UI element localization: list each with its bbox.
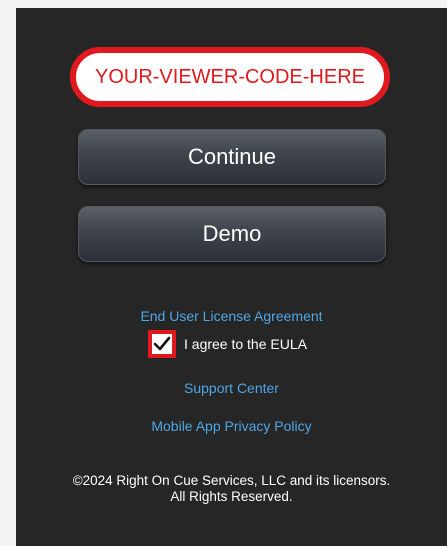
- viewer-code-input[interactable]: [89, 64, 371, 90]
- login-screen: Continue Demo End User License Agreement…: [16, 8, 447, 546]
- copyright-notice: ©2024 Right On Cue Services, LLC and its…: [16, 473, 447, 505]
- copyright-line-2: All Rights Reserved.: [170, 489, 293, 504]
- support-center-link[interactable]: Support Center: [16, 380, 447, 396]
- eula-link[interactable]: End User License Agreement: [16, 308, 447, 324]
- demo-button[interactable]: Demo: [78, 206, 386, 262]
- checkmark-icon: [153, 336, 171, 351]
- continue-button[interactable]: Continue: [78, 129, 386, 185]
- copyright-line-1: ©2024 Right On Cue Services, LLC and its…: [72, 473, 391, 488]
- eula-agree-row: I agree to the EULA: [148, 330, 307, 358]
- privacy-policy-link[interactable]: Mobile App Privacy Policy: [16, 418, 447, 434]
- eula-checkbox[interactable]: [148, 330, 176, 358]
- eula-agree-label: I agree to the EULA: [184, 336, 307, 352]
- viewer-code-field[interactable]: [70, 47, 390, 107]
